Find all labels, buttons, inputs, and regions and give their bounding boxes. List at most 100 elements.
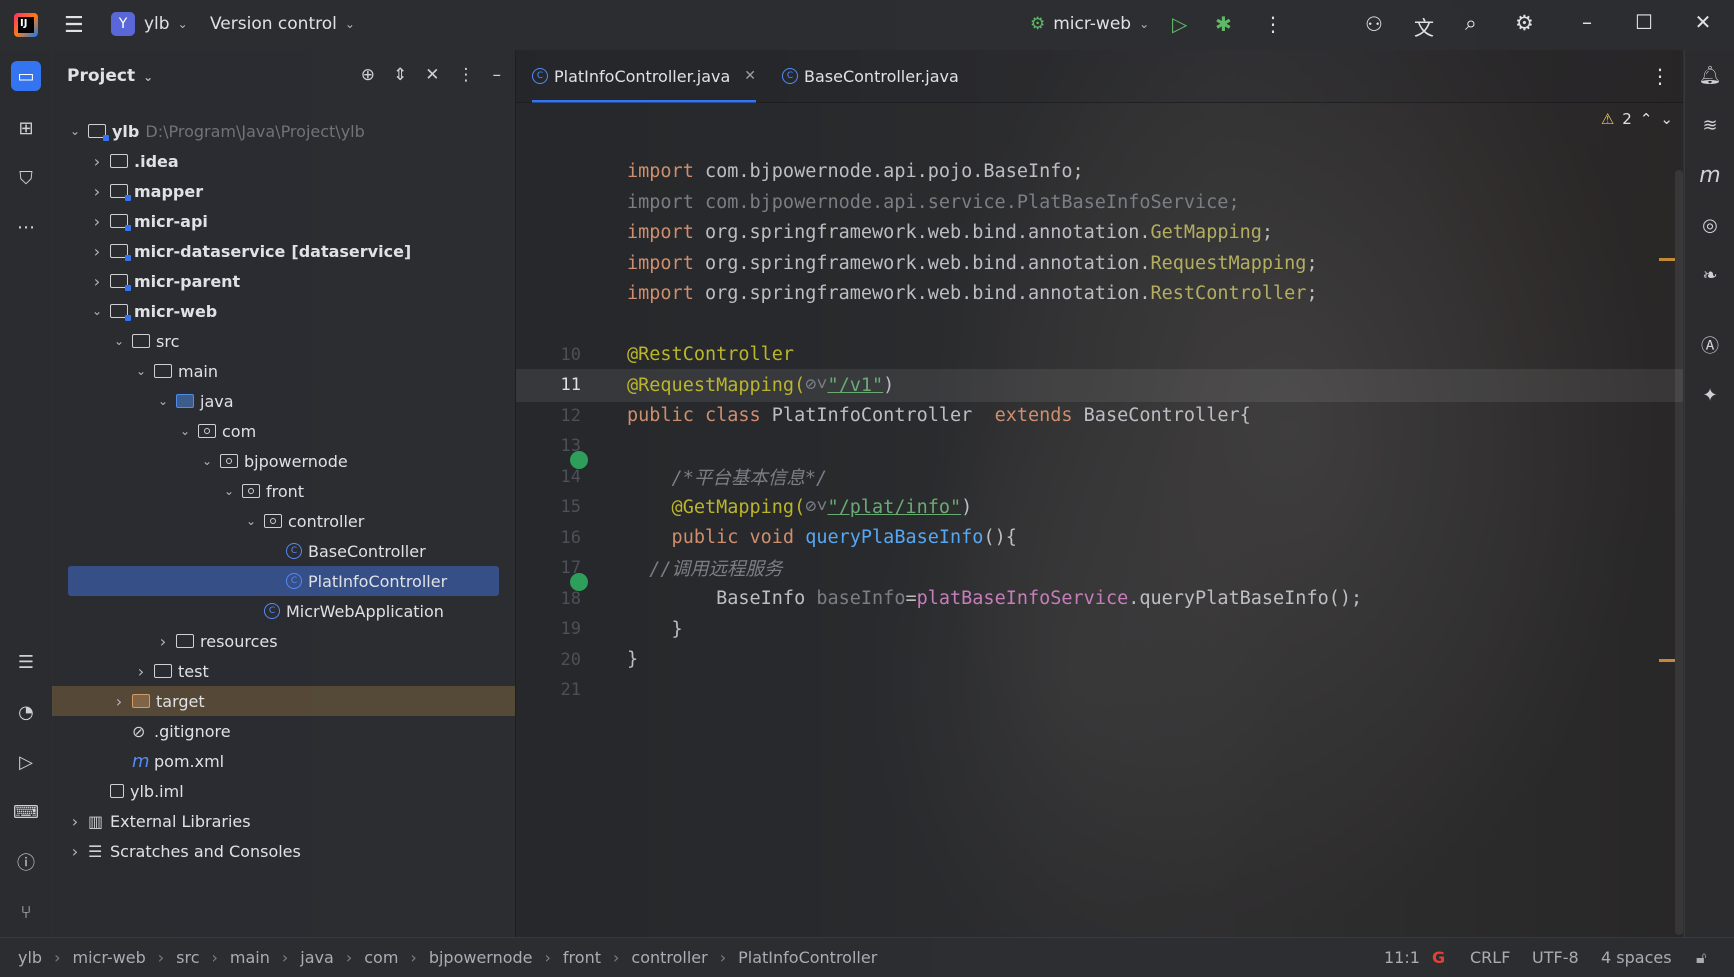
chevron-down-icon[interactable]: ⌄	[222, 484, 236, 498]
run-config-selector[interactable]: ⚙ micr-web ⌄	[1030, 14, 1149, 34]
ai-assistant-icon[interactable]: ✦	[1695, 380, 1725, 410]
warning-stripe-marker[interactable]	[1659, 258, 1675, 261]
spring-bean-gutter-icon[interactable]	[570, 451, 588, 469]
tree-item[interactable]: › resources	[52, 626, 515, 656]
tree-item[interactable]: ⊘ .gitignore	[52, 716, 515, 746]
collapse-all-icon[interactable]: ✕	[425, 65, 439, 85]
close-window-icon[interactable]: ✕	[1688, 10, 1718, 34]
git-branch-icon[interactable]: ⑂	[11, 897, 41, 927]
chevron-right-icon[interactable]: ›	[68, 812, 82, 831]
search-icon[interactable]: ⌕	[1465, 11, 1477, 36]
chevron-down-icon[interactable]: ⌄	[244, 514, 258, 528]
more-actions-icon[interactable]: ⋮	[1263, 12, 1283, 36]
tree-item[interactable]: › mapper	[52, 176, 515, 206]
tree-item[interactable]: › ☰ Scratches and Consoles	[52, 836, 515, 866]
code-line[interactable]: 14 /*平台基本信息*/	[516, 460, 1683, 493]
locate-file-icon[interactable]: ⊕	[361, 65, 375, 85]
chevron-down-icon[interactable]: ⌄	[112, 334, 126, 348]
lock-icon[interactable]: 🔓︎	[1696, 938, 1706, 977]
main-menu-icon[interactable]: ☰	[64, 13, 84, 38]
chevron-right-icon[interactable]: ›	[90, 182, 104, 201]
chevron-right-icon[interactable]: ›	[90, 272, 104, 291]
spring-leaf-icon[interactable]: ❧	[1695, 260, 1725, 290]
tree-item[interactable]: C PlatInfoController	[68, 566, 499, 596]
maven-icon[interactable]: m	[1695, 160, 1725, 190]
code-line[interactable]: 20}	[516, 643, 1683, 676]
add-user-icon[interactable]: ⚇	[1365, 12, 1383, 36]
code-line[interactable]: 16 public void queryPlaBaseInfo(){	[516, 521, 1683, 554]
code-line[interactable]: 15 @GetMapping(⊘˅ "/plat/info")	[516, 491, 1683, 524]
bookmarks-icon[interactable]: ⛉	[11, 163, 41, 193]
breadcrumb-item[interactable]: com	[364, 948, 398, 967]
breadcrumb-item[interactable]: front	[563, 948, 601, 967]
code-line[interactable]: 12 public class PlatInfoController extend…	[516, 399, 1683, 432]
endpoint-gutter-icon[interactable]	[570, 573, 588, 591]
maximize-window-icon[interactable]: ☐	[1629, 10, 1659, 34]
expand-all-icon[interactable]: ⇕	[393, 65, 407, 85]
breadcrumb-item[interactable]: ylb	[18, 948, 42, 967]
tree-item[interactable]: ⌄ java	[52, 386, 515, 416]
inspection-widget[interactable]: ⚠ 2 ⌃ ⌄	[1601, 110, 1673, 128]
run-icon[interactable]: ▷	[1172, 12, 1187, 36]
tree-item[interactable]: ⌄ micr-web	[52, 296, 515, 326]
file-encoding[interactable]: UTF-8	[1532, 938, 1579, 977]
tab-options-icon[interactable]: ⋮	[1650, 50, 1670, 102]
code-line[interactable]: 19 }	[516, 613, 1683, 646]
code-line[interactable]: import org.springframework.web.bind.anno…	[516, 216, 1683, 249]
chevron-down-icon[interactable]: ⌄	[200, 454, 214, 468]
tree-item[interactable]: ⌄ front	[52, 476, 515, 506]
notifications-bell-icon[interactable]: 🔔︎	[1695, 60, 1725, 90]
code-editor[interactable]: ⚠ 2 ⌃ ⌄ import com.bjpowernode.api.pojo.…	[516, 102, 1683, 937]
chevron-down-icon[interactable]: ⌄	[68, 124, 82, 138]
chevron-right-icon[interactable]: ›	[156, 632, 170, 651]
breadcrumb-item[interactable]: PlatInfoController	[738, 948, 877, 967]
google-icon[interactable]: G	[1432, 938, 1445, 977]
tree-item[interactable]: ⌄ controller	[52, 506, 515, 536]
settings-gear-icon[interactable]: ⚙	[1515, 11, 1534, 35]
line-separator[interactable]: CRLF	[1470, 938, 1510, 977]
warning-stripe-marker[interactable]	[1659, 659, 1675, 662]
chevron-right-icon[interactable]: ›	[68, 842, 82, 861]
chevron-down-icon[interactable]: ⌄	[156, 394, 170, 408]
project-panel-title[interactable]: Project ⌄	[67, 66, 153, 86]
code-line[interactable]: 13	[516, 430, 1683, 463]
chevron-down-icon[interactable]: ⌄	[134, 364, 148, 378]
problems-icon[interactable]: ⓘ	[11, 847, 41, 877]
tab-platinfocontroller[interactable]: C PlatInfoController.java ✕	[532, 50, 757, 103]
tree-item[interactable]: ⌄ main	[52, 356, 515, 386]
chevron-down-icon[interactable]: ⌄	[1660, 110, 1673, 128]
project-folder-icon[interactable]: ▭	[11, 61, 41, 91]
code-line[interactable]: 11 @RequestMapping(⊘˅ "/v1")	[516, 368, 1683, 402]
breadcrumb-item[interactable]: src	[176, 948, 199, 967]
options-icon[interactable]: ⋮	[458, 65, 475, 85]
chevron-right-icon[interactable]: ›	[90, 242, 104, 261]
code-line[interactable]: import com.bjpowernode.api.pojo.BaseInfo…	[516, 155, 1683, 188]
chevron-right-icon[interactable]: ›	[134, 662, 148, 681]
code-line[interactable]	[516, 308, 1683, 341]
endpoints-icon[interactable]: ◎	[1695, 210, 1725, 240]
vcs-menu[interactable]: Version control ⌄	[210, 14, 355, 34]
tree-item[interactable]: C MicrWebApplication	[52, 596, 515, 626]
code-line[interactable]: 10 @RestController	[516, 338, 1683, 371]
tree-item[interactable]: › target	[52, 686, 515, 716]
code-line[interactable]: import com.bjpowernode.api.service.PlatB…	[516, 186, 1683, 219]
tree-item[interactable]: m pom.xml	[52, 746, 515, 776]
vertical-scrollbar[interactable]	[1675, 170, 1683, 935]
tree-item[interactable]: ⌄ com	[52, 416, 515, 446]
chevron-right-icon[interactable]: ›	[112, 692, 126, 711]
chevron-up-icon[interactable]: ⌃	[1640, 110, 1653, 128]
indent-setting[interactable]: 4 spaces	[1601, 938, 1672, 977]
code-line[interactable]: import org.springframework.web.bind.anno…	[516, 247, 1683, 280]
chevron-right-icon[interactable]: ›	[90, 152, 104, 171]
tree-item[interactable]: ⌄ src	[52, 326, 515, 356]
close-tab-icon[interactable]: ✕	[744, 68, 756, 84]
minimize-window-icon[interactable]: –	[1572, 10, 1602, 34]
tree-item[interactable]: › micr-api	[52, 206, 515, 236]
database-icon[interactable]: ≋	[1695, 110, 1725, 140]
breadcrumb-item[interactable]: bjpowernode	[429, 948, 533, 967]
tree-item[interactable]: ylb.iml	[52, 776, 515, 806]
chevron-right-icon[interactable]: ›	[90, 212, 104, 231]
terminal-icon[interactable]: ⌨	[11, 797, 41, 827]
translate-icon[interactable]: 文	[1414, 12, 1434, 41]
caret-position[interactable]: 11:1	[1384, 938, 1420, 977]
